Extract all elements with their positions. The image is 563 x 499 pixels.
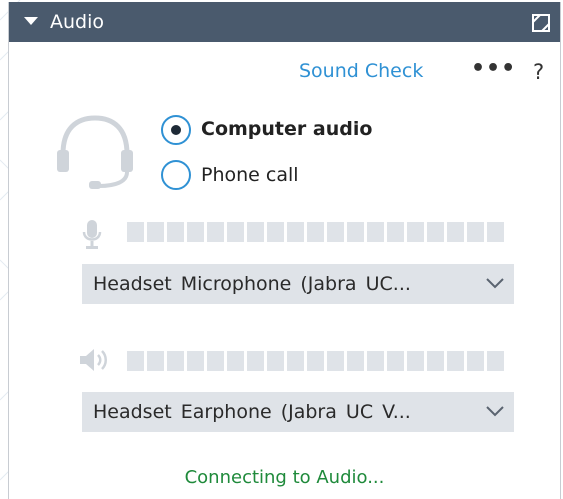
microphone-icon xyxy=(82,220,102,249)
phone-call-radio[interactable] xyxy=(161,160,191,190)
speaker-icon xyxy=(80,349,107,371)
computer-audio-radio[interactable] xyxy=(161,115,191,145)
microphone-device-select[interactable]: Headset Microphone (Jabra UC... xyxy=(82,264,514,304)
help-button[interactable]: ? xyxy=(533,59,544,85)
sound-check-link[interactable]: Sound Check xyxy=(299,58,423,84)
popout-window-icon[interactable] xyxy=(530,12,552,34)
panel-titlebar[interactable]: Audio xyxy=(9,2,560,42)
phone-call-label[interactable]: Phone call xyxy=(201,162,299,188)
speaker-device-select[interactable]: Headset Earphone (Jabra UC V... xyxy=(82,392,514,432)
connection-status-text: Connecting to Audio... xyxy=(184,467,385,488)
microphone-device-value: Headset Microphone (Jabra UC... xyxy=(93,273,411,295)
chevron-down-icon xyxy=(486,406,504,417)
audio-panel: Audio Sound Check ••• ? Computer audio P… xyxy=(8,2,561,499)
caret-down-icon[interactable] xyxy=(22,12,40,30)
computer-audio-label[interactable]: Computer audio xyxy=(201,116,372,142)
more-options-button[interactable]: ••• xyxy=(471,56,516,82)
chevron-down-icon xyxy=(486,278,504,289)
headset-icon xyxy=(57,115,133,189)
panel-title: Audio xyxy=(50,11,105,33)
speaker-device-value: Headset Earphone (Jabra UC V... xyxy=(93,401,411,423)
microphone-level-meter xyxy=(127,222,513,242)
speaker-level-meter xyxy=(127,351,513,371)
radio-selected-dot xyxy=(171,125,181,135)
